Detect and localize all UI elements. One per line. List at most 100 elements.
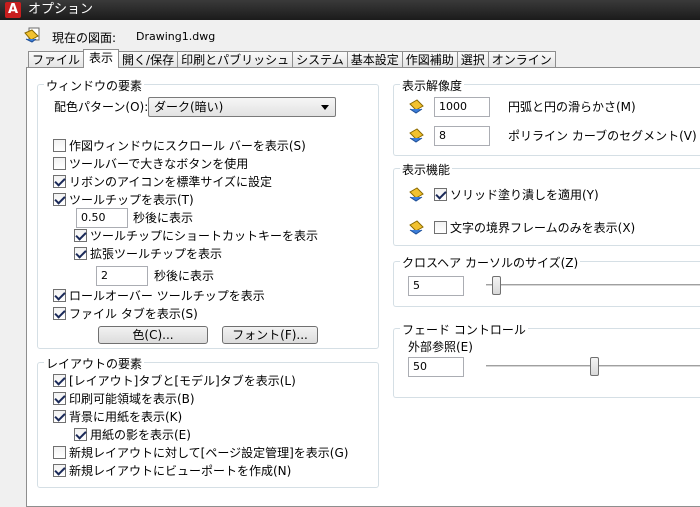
- ribbon-icon-size-checkbox[interactable]: リボンのアイコンを標準サイズに設定: [53, 174, 272, 190]
- display-performance-title: 表示機能: [400, 161, 453, 178]
- extended-delay-input[interactable]: 2: [96, 266, 148, 286]
- tab-display[interactable]: 表示: [83, 49, 120, 68]
- checkbox-box[interactable]: [53, 175, 66, 188]
- crosshair-size-input[interactable]: 5: [408, 276, 464, 296]
- checkbox-label: リボンのアイコンを標準サイズに設定: [69, 175, 273, 189]
- window-elements-group: ウィンドウの要素 配色パターン(O): ダーク(暗い) 作図ウィンドウにスクロー…: [37, 77, 379, 349]
- printable-area-checkbox[interactable]: 印刷可能領域を表示(B): [53, 391, 195, 407]
- checkbox-label: ツールチップにショートカットキーを表示: [90, 229, 319, 243]
- drawing-setting-icon: [409, 128, 424, 143]
- tab-system[interactable]: システム: [292, 51, 348, 68]
- checkbox-box[interactable]: [74, 428, 87, 441]
- checkbox-label: 背景に用紙を表示(K): [69, 410, 183, 424]
- checkbox-box[interactable]: [434, 188, 447, 201]
- tab-open-save[interactable]: 開く/保存: [118, 51, 179, 68]
- crosshair-size-group: クロスヘア カーソルのサイズ(Z) 5: [393, 254, 700, 307]
- layout-elements-title: レイアウトの要素: [44, 355, 145, 372]
- scrollbar-checkbox[interactable]: 作図ウィンドウにスクロール バーを表示(S): [53, 138, 306, 154]
- tooltip-delay-label: 秒後に表示: [133, 211, 194, 225]
- options-tabs: ファイル 表示 開く/保存 印刷とパブリッシュ システム 基本設定 作図補助 選…: [28, 49, 556, 68]
- file-tabs-checkbox[interactable]: ファイル タブを表示(S): [53, 306, 198, 322]
- tab-user-preferences[interactable]: 基本設定: [346, 51, 403, 68]
- checkbox-label: ロールオーバー ツールチップを表示: [69, 289, 265, 303]
- tab-selection[interactable]: 選択: [456, 51, 489, 68]
- checkbox-label: ツールチップを表示(T): [69, 193, 194, 207]
- fonts-button[interactable]: フォント(F)...: [222, 326, 318, 344]
- checkbox-label: 文字の境界フレームのみを表示(X): [450, 221, 636, 235]
- page-setup-manager-checkbox[interactable]: 新規レイアウトに対して[ページ設定管理]を表示(G): [53, 445, 348, 461]
- checkbox-box[interactable]: [53, 307, 66, 320]
- checkbox-box[interactable]: [53, 464, 66, 477]
- colors-button[interactable]: 色(C)...: [98, 326, 208, 344]
- polyline-segments-input[interactable]: 8: [434, 126, 490, 146]
- large-buttons-checkbox[interactable]: ツールバーで大きなボタンを使用: [53, 156, 248, 172]
- solid-fill-checkbox[interactable]: ソリッド塗り潰しを適用(Y): [434, 187, 599, 203]
- drawing-setting-icon: [409, 99, 424, 114]
- xref-fade-label: 外部参照(E): [408, 340, 473, 354]
- checkbox-label: [レイアウト]タブと[モデル]タブを表示(L): [69, 374, 296, 388]
- arc-smoothness-input[interactable]: 1000: [434, 97, 490, 117]
- tooltip-delay-input[interactable]: 0.50: [76, 208, 128, 228]
- drawing-setting-icon: [409, 220, 424, 235]
- extended-tooltip-checkbox[interactable]: 拡張ツールチップを表示: [74, 246, 222, 262]
- checkbox-box[interactable]: [53, 446, 66, 459]
- layout-elements-group: レイアウトの要素 [レイアウト]タブと[モデル]タブを表示(L) 印刷可能領域を…: [37, 355, 379, 488]
- create-viewport-checkbox[interactable]: 新規レイアウトにビューポートを作成(N): [53, 463, 291, 479]
- checkbox-box[interactable]: [74, 247, 87, 260]
- checkbox-box[interactable]: [53, 392, 66, 405]
- drawing-setting-icon: [409, 187, 424, 202]
- checkbox-label: ツールバーで大きなボタンを使用: [69, 157, 249, 171]
- checkbox-label: 作図ウィンドウにスクロール バーを表示(S): [69, 139, 306, 153]
- display-tab-panel: ウィンドウの要素 配色パターン(O): ダーク(暗い) 作図ウィンドウにスクロー…: [26, 67, 700, 507]
- tab-plot-publish[interactable]: 印刷とパブリッシュ: [177, 51, 294, 68]
- tab-drafting[interactable]: 作図補助: [401, 51, 458, 68]
- current-drawing-name: Drawing1.dwg: [136, 30, 216, 43]
- checkbox-box[interactable]: [53, 139, 66, 152]
- crosshair-slider-thumb[interactable]: [492, 276, 502, 295]
- tab-files[interactable]: ファイル: [28, 51, 85, 68]
- display-performance-group: 表示機能 ソリッド塗り潰しを適用(Y) 文字の境界フレームのみを表示(X): [393, 161, 700, 246]
- paper-background-checkbox[interactable]: 背景に用紙を表示(K): [53, 409, 182, 425]
- checkbox-box[interactable]: [53, 193, 66, 206]
- chevron-down-icon: [321, 105, 329, 110]
- checkbox-box[interactable]: [74, 229, 87, 242]
- rollover-tooltip-checkbox[interactable]: ロールオーバー ツールチップを表示: [53, 288, 265, 304]
- title-bar: A オプション: [0, 0, 700, 20]
- arc-smoothness-label: 円弧と円の滑らかさ(M): [508, 100, 636, 114]
- drawing-file-icon: [24, 27, 40, 43]
- polyline-segments-label: ポリライン カーブのセグメント(V): [508, 129, 697, 143]
- window-title: オプション: [28, 2, 94, 17]
- display-resolution-group: 表示解像度 1000 円弧と円の滑らかさ(M) 8 ポリライン カーブのセグメン…: [393, 77, 700, 156]
- fade-control-group: フェード コントロール 外部参照(E) 50: [393, 321, 700, 398]
- text-boundary-checkbox[interactable]: 文字の境界フレームのみを表示(X): [434, 220, 635, 236]
- layout-model-tabs-checkbox[interactable]: [レイアウト]タブと[モデル]タブを表示(L): [53, 373, 296, 389]
- xref-fade-input[interactable]: 50: [408, 357, 464, 377]
- fade-slider-thumb[interactable]: [589, 357, 599, 376]
- checkbox-label: 拡張ツールチップを表示: [90, 247, 223, 261]
- checkbox-label: 新規レイアウトにビューポートを作成(N): [69, 464, 292, 478]
- checkbox-box[interactable]: [53, 410, 66, 423]
- paper-shadow-checkbox[interactable]: 用紙の影を表示(E): [74, 427, 191, 443]
- extended-delay-label: 秒後に表示: [154, 269, 215, 283]
- crosshair-size-title: クロスヘア カーソルのサイズ(Z): [400, 254, 581, 271]
- checkbox-label: ソリッド塗り潰しを適用(Y): [450, 188, 599, 202]
- color-scheme-value: ダーク(暗い): [154, 100, 224, 114]
- tab-online[interactable]: オンライン: [487, 51, 556, 68]
- checkbox-label: 印刷可能領域を表示(B): [69, 392, 195, 406]
- display-resolution-title: 表示解像度: [400, 77, 465, 94]
- checkbox-box[interactable]: [53, 374, 66, 387]
- checkbox-box[interactable]: [53, 157, 66, 170]
- shortcut-tooltip-checkbox[interactable]: ツールチップにショートカットキーを表示: [74, 228, 318, 244]
- checkbox-label: 用紙の影を表示(E): [90, 428, 191, 442]
- checkbox-label: 新規レイアウトに対して[ページ設定管理]を表示(G): [69, 446, 349, 460]
- window-elements-title: ウィンドウの要素: [44, 77, 145, 94]
- show-tooltips-checkbox[interactable]: ツールチップを表示(T): [53, 192, 194, 208]
- color-scheme-label: 配色パターン(O):: [54, 100, 149, 114]
- color-scheme-dropdown[interactable]: ダーク(暗い): [148, 97, 336, 117]
- app-logo-icon: A: [5, 2, 21, 18]
- crosshair-slider-track[interactable]: [486, 284, 700, 287]
- checkbox-label: ファイル タブを表示(S): [69, 307, 198, 321]
- checkbox-box[interactable]: [53, 289, 66, 302]
- fade-control-title: フェード コントロール: [400, 321, 528, 338]
- checkbox-box[interactable]: [434, 221, 447, 234]
